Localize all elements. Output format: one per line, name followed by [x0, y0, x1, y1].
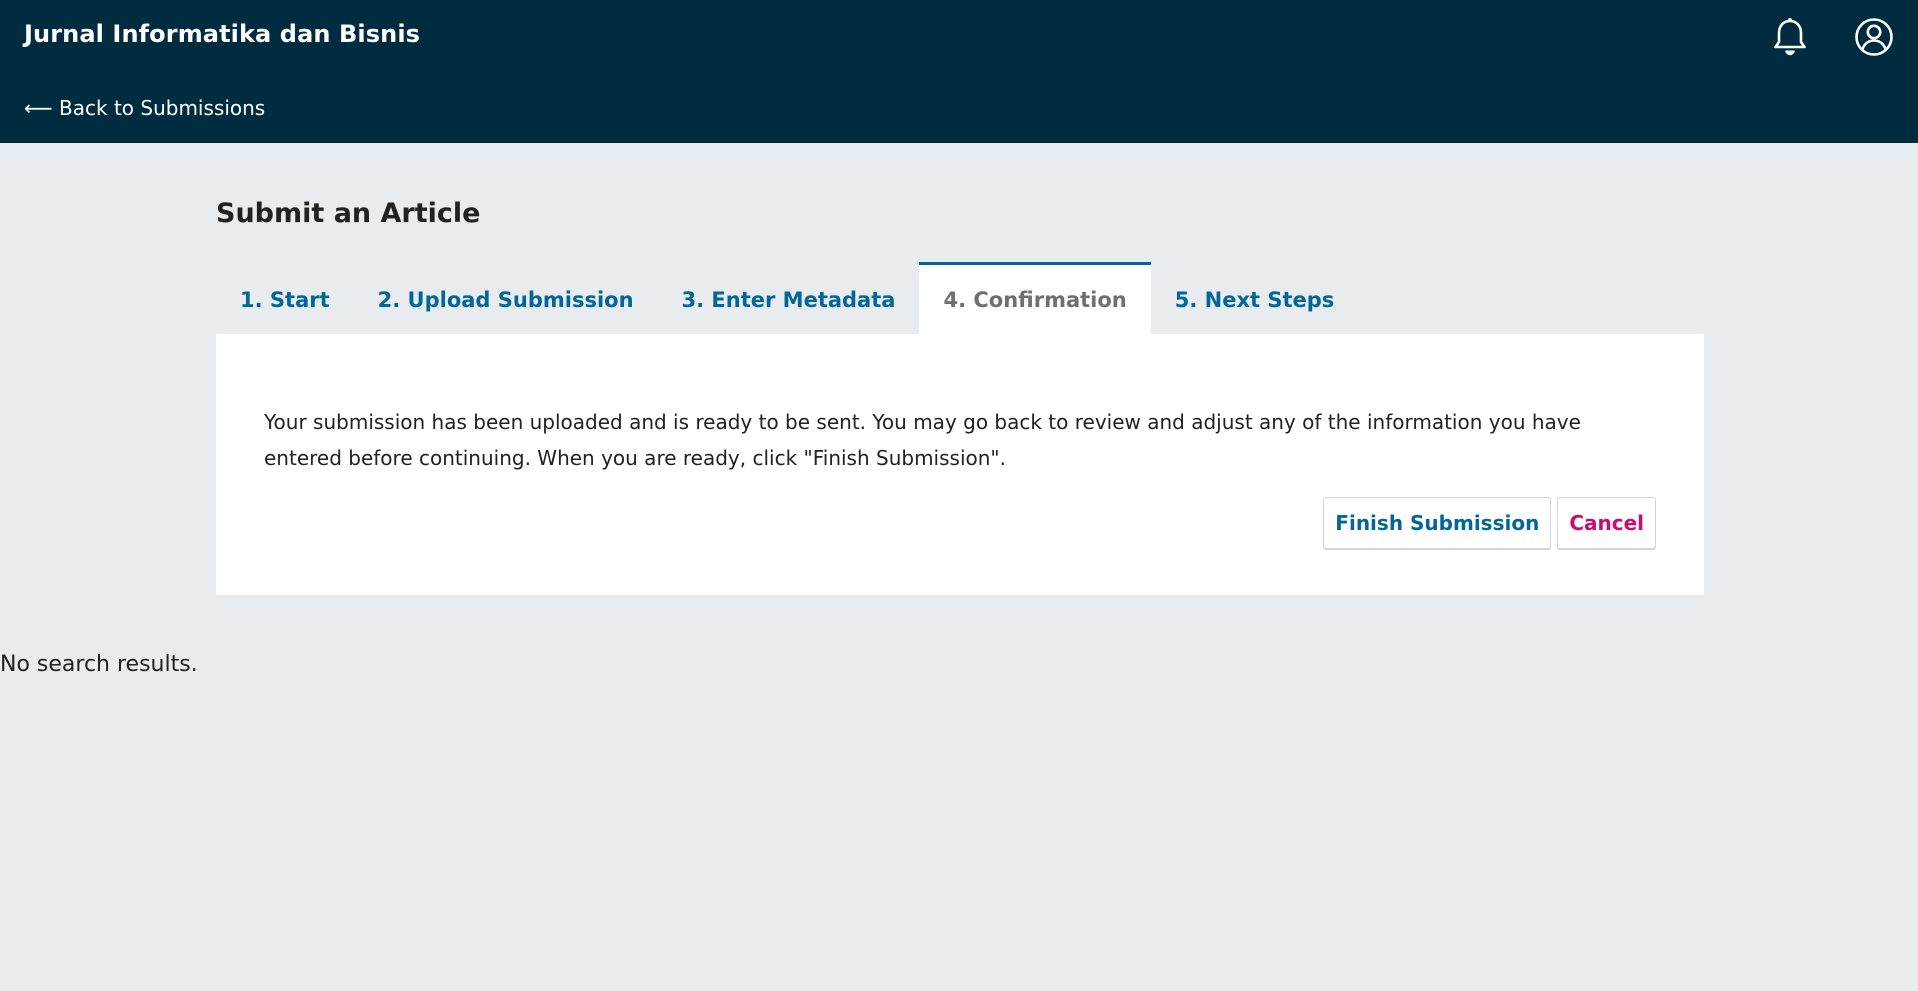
tab-enter-metadata[interactable]: 3. Enter Metadata — [658, 262, 920, 334]
confirmation-panel: Your submission has been uploaded and is… — [216, 334, 1704, 595]
user-circle-icon[interactable] — [1854, 16, 1894, 58]
cancel-button[interactable]: Cancel — [1557, 497, 1656, 549]
bell-icon[interactable] — [1770, 16, 1810, 58]
no-search-results: No search results. — [0, 652, 198, 677]
site-title[interactable]: Jurnal Informatika dan Bisnis — [24, 20, 420, 48]
tab-confirmation[interactable]: 4. Confirmation — [919, 262, 1151, 334]
app-header: Jurnal Informatika dan Bisnis ⟵ Back to … — [0, 0, 1918, 143]
tab-start[interactable]: 1. Start — [216, 262, 354, 334]
tab-next-steps[interactable]: 5. Next Steps — [1151, 262, 1359, 334]
confirmation-message: Your submission has been uploaded and is… — [264, 410, 1581, 470]
tab-upload-submission[interactable]: 2. Upload Submission — [354, 262, 658, 334]
finish-submission-button[interactable]: Finish Submission — [1323, 497, 1552, 549]
header-icons — [1770, 16, 1894, 58]
back-to-submissions-link[interactable]: ⟵ Back to Submissions — [24, 96, 265, 120]
submission-steps-tabs: 1. Start 2. Upload Submission 3. Enter M… — [216, 262, 1358, 334]
confirmation-actions: Finish Submission Cancel — [1323, 497, 1656, 549]
page-title: Submit an Article — [216, 198, 481, 229]
